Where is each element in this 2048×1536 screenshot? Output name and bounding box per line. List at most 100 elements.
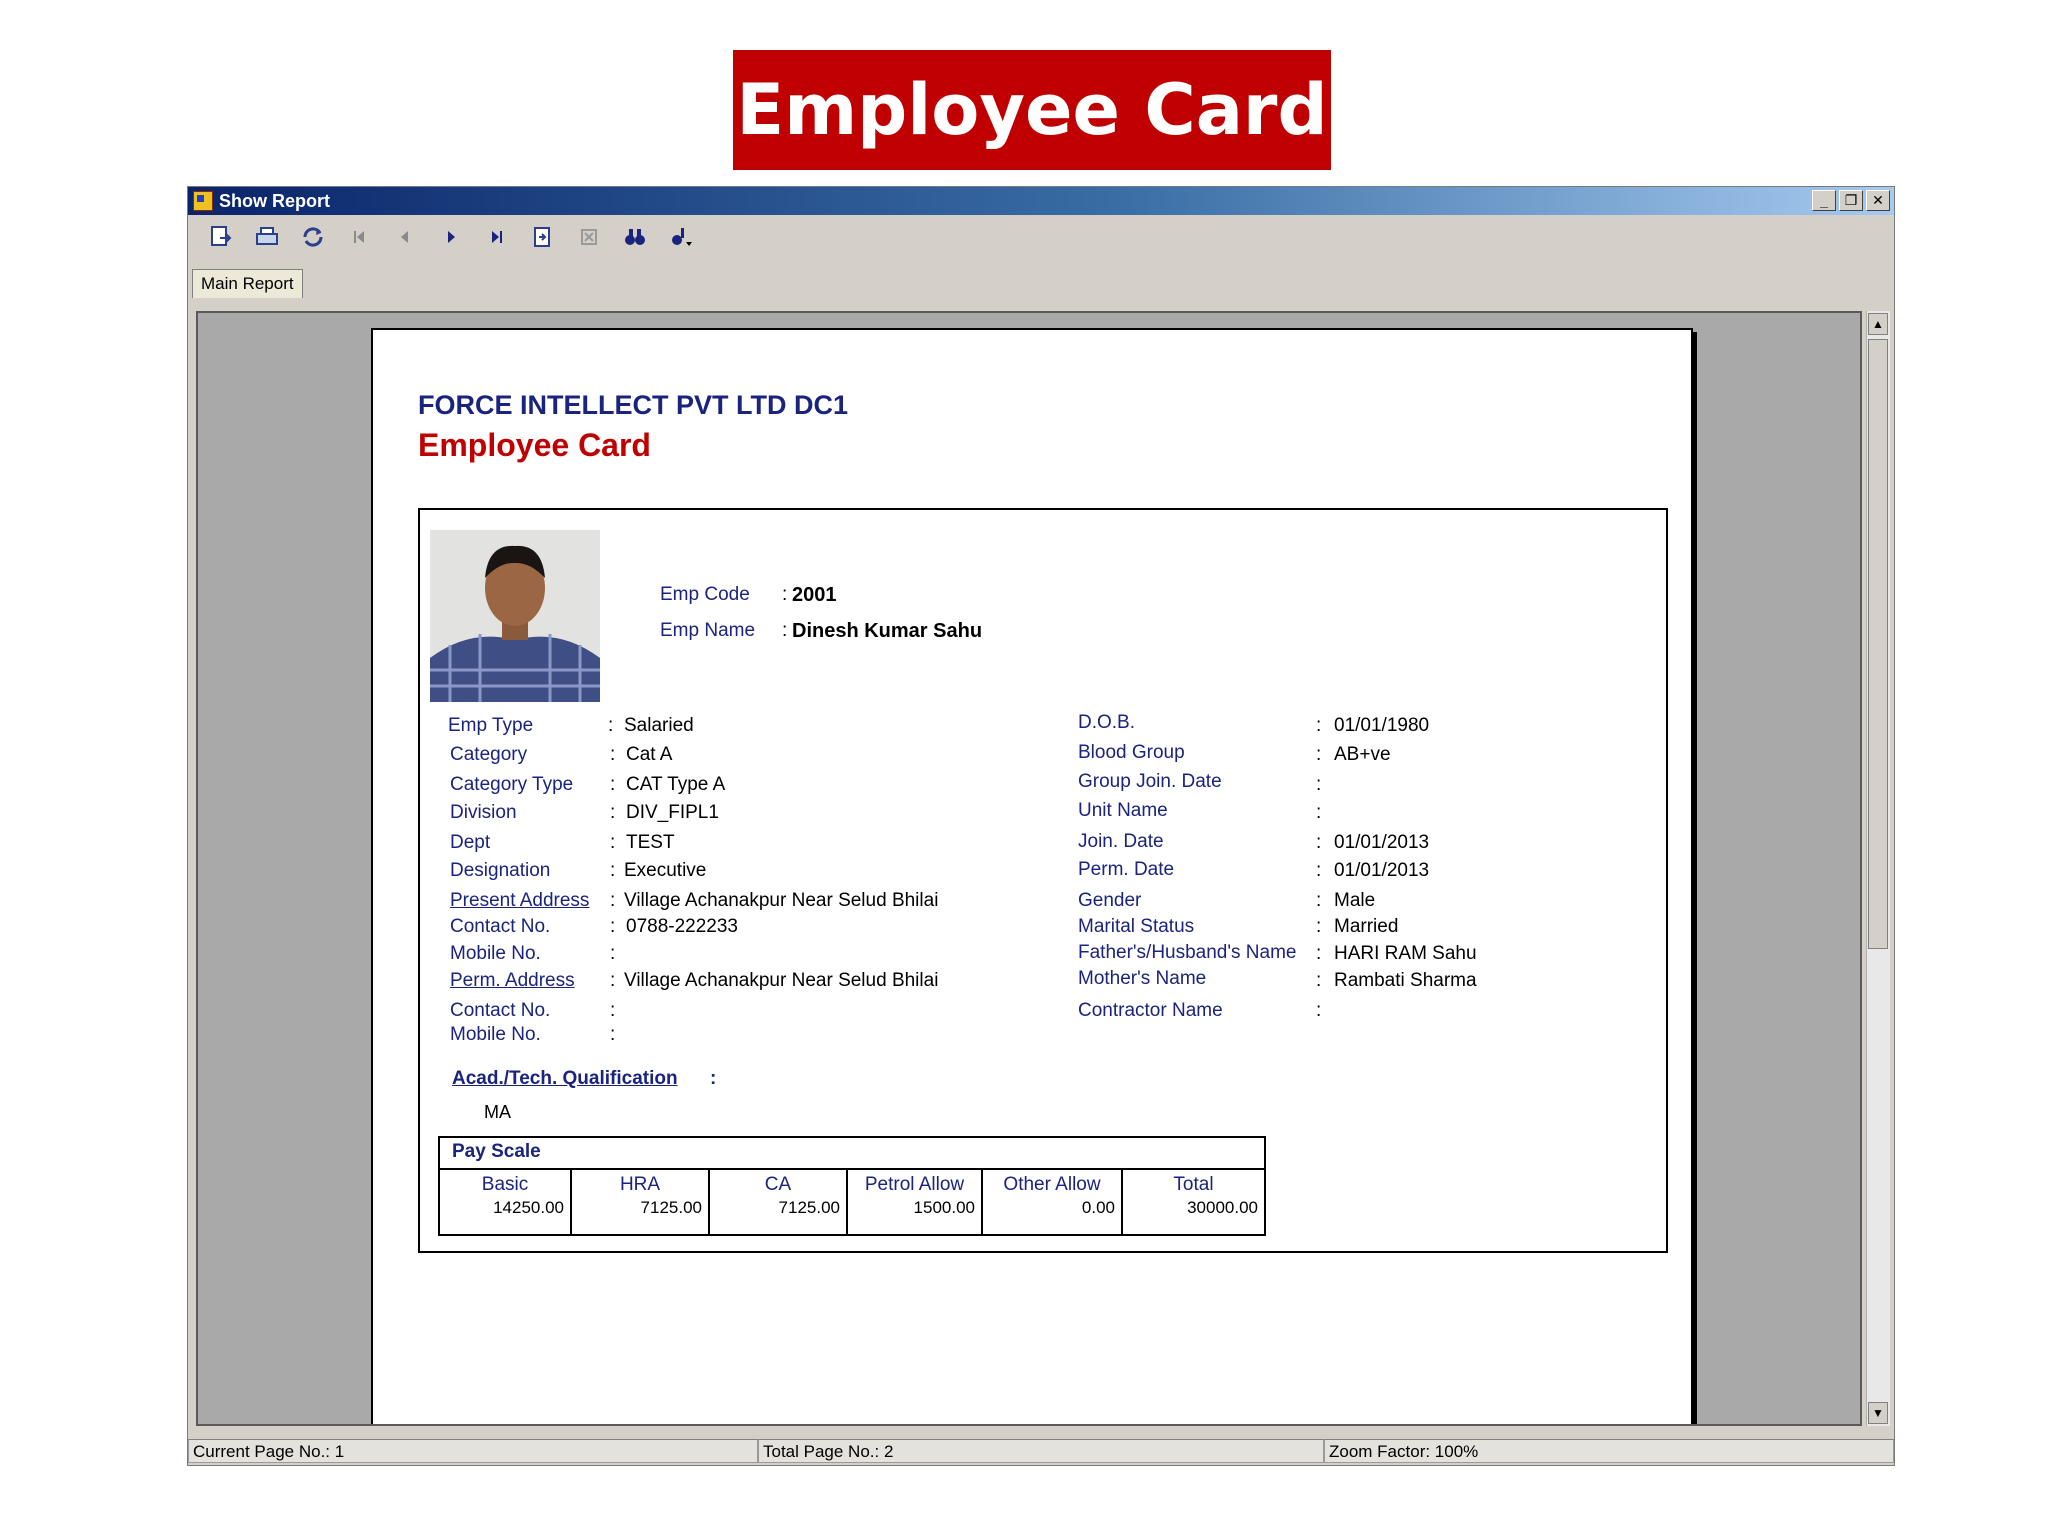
- pay-column: HRA 7125.00: [572, 1170, 710, 1234]
- field-value-present-address: Village Achanakpur Near Selud Bhilai: [624, 890, 939, 911]
- total-page-status: Total Page No.: 2: [758, 1439, 1324, 1463]
- colon: :: [610, 832, 616, 853]
- field-label-category-type: Category Type: [450, 774, 574, 795]
- colon: :: [610, 890, 616, 911]
- pay-header-petrol-allow: Petrol Allow: [864, 1174, 965, 1195]
- qualification-label: Acad./Tech. Qualification: [452, 1068, 678, 1089]
- field-value-category-type: CAT Type A: [626, 774, 726, 795]
- field-label-dept: Dept: [450, 832, 491, 853]
- field-label-present-address: Present Address: [450, 890, 590, 911]
- close-icon[interactable]: ✕: [1866, 190, 1890, 211]
- pay-scale-title: Pay Scale: [452, 1141, 541, 1162]
- report-page: FORCE INTELLECT PVT LTD DC1 Employee Car…: [371, 328, 1693, 1424]
- colon: :: [1316, 774, 1322, 795]
- pay-column: Basic 14250.00: [440, 1170, 572, 1234]
- scroll-up-icon[interactable]: ▲: [1868, 313, 1888, 335]
- qualification-value: MA: [484, 1102, 511, 1122]
- field-value-dept: TEST: [626, 832, 675, 853]
- field-value-marital-status: Married: [1334, 916, 1399, 937]
- emp-code-colon: :: [782, 584, 788, 605]
- colon: :: [610, 916, 616, 937]
- tab-main-report[interactable]: Main Report: [192, 269, 303, 298]
- toolbar: [188, 217, 1894, 257]
- colon: :: [1316, 744, 1322, 765]
- emp-name-colon: :: [782, 620, 788, 641]
- scroll-thumb[interactable]: [1868, 339, 1888, 949]
- pay-column: Total 30000.00: [1123, 1170, 1264, 1234]
- colon: :: [610, 744, 616, 765]
- refresh-icon[interactable]: [290, 221, 336, 253]
- export-icon[interactable]: [198, 221, 244, 253]
- colon: :: [610, 860, 616, 881]
- report-window: Show Report _ ❐ ✕ Main Report FORCE INTE…: [187, 186, 1895, 1466]
- title-bar: Show Report _ ❐ ✕: [188, 187, 1894, 215]
- colon: :: [610, 802, 616, 823]
- pay-header-ca: CA: [764, 1174, 792, 1195]
- report-title: Employee Card: [418, 427, 651, 463]
- app-icon: [193, 191, 213, 211]
- field-label-mobile-no: Mobile No.: [450, 943, 541, 964]
- pay-scale-table: Pay Scale Basic 14250.00 HRA 7125.00 CA: [438, 1136, 1266, 1236]
- qualification-colon: :: [710, 1068, 717, 1089]
- field-label-mobile-no-2: Mobile No.: [450, 1024, 541, 1045]
- colon: :: [1316, 970, 1322, 991]
- minimize-icon[interactable]: _: [1812, 190, 1836, 211]
- pay-header-total: Total: [1173, 1174, 1214, 1195]
- field-label-perm-date: Perm. Date: [1078, 859, 1175, 880]
- colon: :: [1316, 715, 1322, 736]
- field-label-designation: Designation: [450, 860, 551, 881]
- next-page-icon[interactable]: [428, 221, 474, 253]
- report-viewer[interactable]: FORCE INTELLECT PVT LTD DC1 Employee Car…: [196, 311, 1862, 1426]
- last-page-icon[interactable]: [474, 221, 520, 253]
- vertical-scrollbar[interactable]: ▲ ▼: [1866, 311, 1890, 1426]
- restore-icon[interactable]: ❐: [1839, 190, 1863, 211]
- colon: :: [1316, 802, 1322, 823]
- pay-header-basic: Basic: [481, 1174, 529, 1195]
- colon: :: [610, 943, 616, 964]
- print-icon[interactable]: [244, 221, 290, 253]
- emp-name-label: Emp Name: [660, 620, 756, 641]
- window-title: Show Report: [219, 190, 330, 211]
- pay-value-other-allow: 0.00: [1081, 1198, 1115, 1217]
- employee-photo: [430, 530, 600, 702]
- scroll-down-icon[interactable]: ▼: [1868, 1402, 1888, 1424]
- slide-title: Employee Card: [733, 50, 1331, 170]
- current-page-status: Current Page No.: 1: [188, 1439, 758, 1463]
- goto-page-icon[interactable]: [520, 221, 566, 253]
- emp-name-value: Dinesh Kumar Sahu: [792, 620, 983, 642]
- stop-icon[interactable]: [566, 221, 612, 253]
- pay-header-other-allow: Other Allow: [1003, 1174, 1101, 1195]
- emp-code-value: 2001: [792, 584, 837, 606]
- colon: :: [610, 1024, 616, 1045]
- field-label-blood-group: Blood Group: [1078, 742, 1185, 763]
- colon: :: [1316, 860, 1322, 881]
- field-label-division: Division: [450, 802, 517, 823]
- previous-page-icon[interactable]: [382, 221, 428, 253]
- pay-value-ca: 7125.00: [778, 1198, 840, 1217]
- employee-card: Emp Code : 2001 Emp Name : Dinesh Kumar …: [418, 508, 1668, 1253]
- field-value-join-date: 01/01/2013: [1334, 832, 1430, 853]
- colon: :: [1316, 943, 1322, 964]
- field-label-perm-address: Perm. Address: [450, 970, 575, 991]
- field-value-division: DIV_FIPL1: [626, 802, 719, 823]
- field-label-unit-name: Unit Name: [1078, 800, 1168, 821]
- field-value-dob: 01/01/1980: [1334, 715, 1430, 736]
- pay-header-hra: HRA: [619, 1174, 661, 1195]
- field-value-emp-type: Salaried: [624, 715, 694, 736]
- field-label-group-join-date: Group Join. Date: [1078, 771, 1222, 792]
- field-label-join-date: Join. Date: [1078, 831, 1164, 852]
- search-icon[interactable]: [612, 221, 658, 253]
- zoom-icon[interactable]: [658, 221, 704, 253]
- field-value-contact-no: 0788-222233: [626, 916, 738, 937]
- field-value-mothers-name: Rambati Sharma: [1334, 970, 1477, 991]
- pay-value-basic: 14250.00: [493, 1198, 564, 1217]
- colon: :: [1316, 916, 1322, 937]
- field-value-blood-group: AB+ve: [1334, 744, 1391, 765]
- pay-column: CA 7125.00: [710, 1170, 848, 1234]
- colon: :: [1316, 832, 1322, 853]
- status-bar: Current Page No.: 1 Total Page No.: 2 Zo…: [188, 1439, 1894, 1463]
- first-page-icon[interactable]: [336, 221, 382, 253]
- field-value-fathers-husbands-name: HARI RAM Sahu: [1334, 943, 1477, 964]
- emp-code-label: Emp Code: [660, 584, 750, 605]
- company-name: FORCE INTELLECT PVT LTD DC1: [418, 390, 848, 420]
